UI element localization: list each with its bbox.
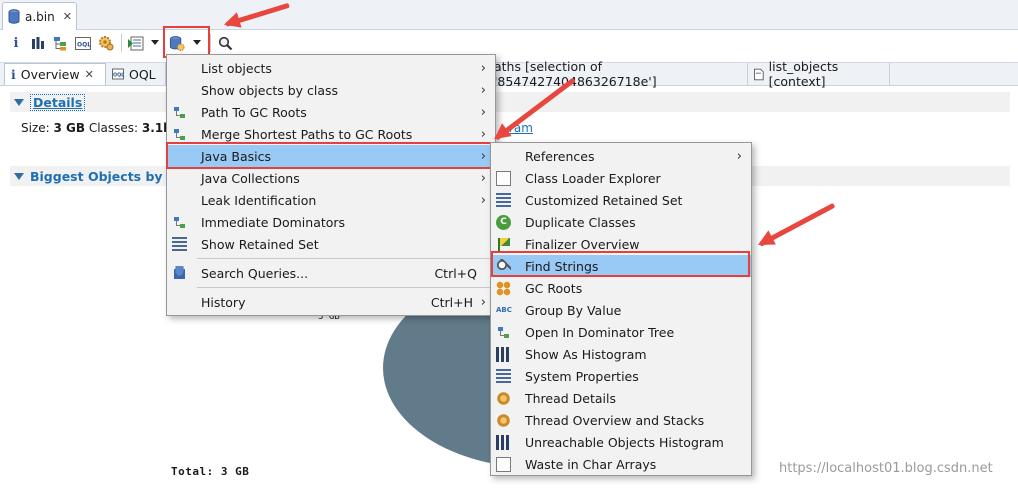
editor-tab-a-bin[interactable]: a.bin ✕	[2, 2, 77, 30]
info-icon[interactable]: i	[8, 35, 24, 51]
info-icon: i	[11, 67, 16, 82]
page-icon	[496, 171, 511, 186]
editor-tabbar	[0, 0, 1018, 30]
menu-item-path-to-gc-roots[interactable]: Path To GC Roots ›	[167, 101, 495, 123]
page-icon	[754, 68, 764, 80]
close-icon[interactable]: ✕	[85, 68, 94, 81]
chevron-right-icon: ›	[480, 82, 486, 98]
menu-item-gc-roots[interactable]: GC Roots	[491, 277, 751, 299]
biggest-objects-title: Biggest Objects by Re	[30, 168, 186, 184]
oql-icon: OQL	[112, 68, 124, 80]
tab-label: list_objects [context]	[768, 59, 839, 89]
menu-item-group-by-value[interactable]: ABC Group By Value	[491, 299, 751, 321]
tree-icon	[496, 325, 511, 340]
svg-text:OQL: OQL	[77, 41, 91, 48]
menu-item-class-loader-explorer[interactable]: Class Loader Explorer	[491, 167, 751, 189]
oql-icon[interactable]: OQL	[75, 35, 91, 51]
gear-icon	[496, 413, 511, 428]
menu-item-leak-identification[interactable]: Leak Identification ›	[167, 189, 495, 211]
flag-icon	[496, 237, 511, 252]
menu-item-duplicate-classes[interactable]: C Duplicate Classes	[491, 211, 751, 233]
chevron-down-icon[interactable]	[150, 35, 160, 51]
size-summary: Size: 3 GB Classes: 3.1k	[21, 121, 172, 135]
menu-item-merge-shortest-paths[interactable]: Merge Shortest Paths to GC Roots ›	[167, 123, 495, 145]
menu-item-find-strings[interactable]: Find Strings	[491, 255, 751, 277]
chevron-right-icon: ›	[736, 148, 742, 164]
thread-overview-icon[interactable]	[98, 35, 114, 51]
list-icon	[172, 237, 187, 252]
chevron-right-icon: ›	[480, 294, 486, 310]
dominator-tree-icon[interactable]	[52, 35, 68, 51]
duplicate-classes-icon: C	[496, 215, 511, 230]
bars-icon	[496, 347, 511, 362]
gear-icon	[496, 391, 511, 406]
menu-item-unreachable-objects-histogram[interactable]: Unreachable Objects Histogram	[491, 431, 751, 453]
editor-tab-title: a.bin	[25, 9, 55, 24]
menu-item-list-objects[interactable]: List objects ›	[167, 57, 495, 79]
menu-item-show-as-histogram[interactable]: Show As Histogram	[491, 343, 751, 365]
chevron-right-icon: ›	[480, 60, 486, 76]
java-basics-submenu: References › Class Loader Explorer Custom…	[490, 142, 752, 476]
menu-item-references[interactable]: References ›	[491, 145, 751, 167]
details-section-header[interactable]: Details	[10, 92, 1010, 112]
svg-text:OQL: OQL	[113, 73, 124, 79]
menu-item-search-queries[interactable]: Search Queries... Ctrl+Q	[167, 262, 495, 284]
menu-item-thread-overview-and-stacks[interactable]: Thread Overview and Stacks	[491, 409, 751, 431]
list-icon	[496, 193, 511, 208]
query-browser-menu: List objects › Show objects by class › Pat…	[166, 54, 496, 316]
toolbar-separator	[121, 34, 122, 52]
chevron-right-icon: ›	[480, 192, 486, 208]
abc-icon: ABC	[496, 306, 512, 314]
dots-icon	[496, 281, 511, 296]
tab-label: aths [selection of '854742740486326718e'…	[494, 59, 657, 89]
menu-item-finalizer-overview[interactable]: Finalizer Overview	[491, 233, 751, 255]
menu-item-java-collections[interactable]: Java Collections ›	[167, 167, 495, 189]
chevron-right-icon: ›	[480, 126, 486, 142]
magnifier-icon	[496, 259, 511, 274]
menu-item-show-retained-set[interactable]: Show Retained Set	[167, 233, 495, 255]
chevron-right-icon: ›	[480, 170, 486, 186]
query-icon	[172, 266, 187, 281]
dominator-icon	[172, 215, 187, 230]
close-icon[interactable]: ✕	[63, 10, 72, 23]
search-icon[interactable]	[217, 35, 233, 51]
list-icon	[496, 369, 511, 384]
menu-item-customized-retained-set[interactable]: Customized Retained Set	[491, 189, 751, 211]
database-icon	[8, 9, 20, 24]
pie-total-label: Total: 3 GB	[171, 465, 250, 478]
menu-separator	[197, 258, 491, 259]
collapse-icon[interactable]	[14, 98, 24, 106]
bars-icon	[496, 435, 511, 450]
menu-item-history[interactable]: History Ctrl+H ›	[167, 291, 495, 313]
tab-label: OQL	[129, 66, 156, 82]
menu-item-waste-in-char-arrays[interactable]: Waste in Char Arrays	[491, 453, 751, 475]
menu-item-system-properties[interactable]: System Properties	[491, 365, 751, 387]
merge-icon	[172, 127, 187, 142]
toolbar-separator	[210, 34, 211, 52]
watermark: https://localhost01.blog.csdn.net	[779, 461, 993, 476]
menu-item-open-in-dominator-tree[interactable]: Open In Dominator Tree	[491, 321, 751, 343]
page-icon	[496, 457, 511, 472]
histogram-icon[interactable]	[30, 35, 46, 51]
tab-label: Overview	[20, 67, 80, 82]
tab-overview[interactable]: i Overview ✕	[4, 63, 106, 85]
run-report-icon[interactable]	[128, 35, 144, 51]
tab-list-objects[interactable]: list_objects [context]	[748, 59, 890, 89]
chevron-right-icon: ›	[480, 148, 486, 164]
menu-item-java-basics[interactable]: Java Basics ›	[167, 145, 495, 167]
tree-icon	[172, 105, 187, 120]
collapse-icon[interactable]	[14, 172, 24, 180]
menu-item-thread-details[interactable]: Thread Details	[491, 387, 751, 409]
chevron-right-icon: ›	[480, 104, 486, 120]
menu-item-immediate-dominators[interactable]: Immediate Dominators	[167, 211, 495, 233]
details-title: Details	[30, 93, 86, 111]
tab-oql[interactable]: OQL OQL	[106, 63, 166, 85]
annotation-arrow	[758, 202, 836, 247]
menu-separator	[197, 287, 491, 288]
tab-paths-selection[interactable]: aths [selection of '854742740486326718e'…	[490, 59, 748, 89]
menu-item-show-objects-by-class[interactable]: Show objects by class ›	[167, 79, 495, 101]
